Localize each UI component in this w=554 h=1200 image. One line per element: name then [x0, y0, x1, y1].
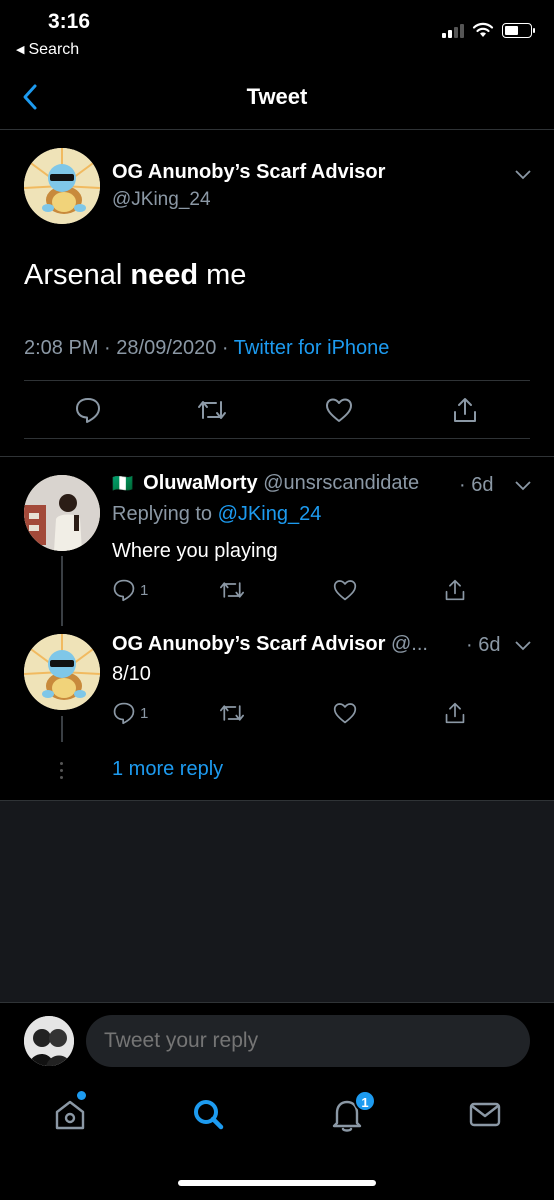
tweet-time: 2:08 PM: [24, 337, 99, 359]
messages-mail-icon[interactable]: [465, 1094, 505, 1134]
reply-author-handle[interactable]: @unsrscandidate: [263, 472, 419, 494]
reply-header: OG Anunoby’s Scarf Advisor @...: [112, 633, 428, 656]
divider: [0, 456, 554, 457]
tweet-text-part1: Arsenal: [24, 259, 131, 291]
reply-count: 1: [140, 705, 149, 722]
back-to-search-label: Search: [28, 41, 80, 58]
cellular-signal-icon: [442, 22, 464, 38]
search-icon[interactable]: [188, 1094, 228, 1134]
reply-time: · 6d: [459, 474, 494, 496]
share-icon[interactable]: [452, 396, 478, 424]
reply-composer: [0, 1002, 554, 1080]
profile-photo-avatar-image: [24, 1016, 74, 1066]
reply-author-name[interactable]: OG Anunoby’s Scarf Advisor: [112, 633, 385, 655]
reply-text: Where you playing: [112, 540, 278, 562]
chevron-down-icon[interactable]: [514, 480, 532, 492]
replying-to: Replying to @JKing_24: [112, 503, 321, 526]
battery-icon: [502, 22, 535, 38]
like-heart-icon[interactable]: [332, 701, 358, 725]
replying-to-link[interactable]: @JKing_24: [218, 503, 322, 525]
back-triangle-icon: ◀: [16, 44, 25, 56]
home-icon[interactable]: [50, 1094, 90, 1134]
like-heart-icon[interactable]: [324, 396, 354, 424]
thread-line: [61, 716, 63, 742]
tweet-meta: 2:08 PM · 28/09/2020 · Twitter for iPhon…: [24, 337, 389, 360]
reply-icon[interactable]: [112, 578, 136, 602]
notifications-badge: 1: [354, 1090, 376, 1112]
share-icon[interactable]: [444, 578, 466, 602]
squirtle-avatar-image: [24, 634, 100, 710]
nigeria-flag-icon: 🇳🇬: [112, 474, 134, 493]
reply-author-handle[interactable]: @...: [391, 633, 428, 655]
meta-separator: ·: [216, 337, 234, 359]
status-bar: 3:16 ◀ Search: [0, 0, 554, 70]
my-avatar[interactable]: [24, 1016, 74, 1066]
wifi-icon: [472, 22, 494, 37]
like-heart-icon[interactable]: [332, 578, 358, 602]
divider: [24, 438, 530, 439]
reply-icon[interactable]: [112, 701, 136, 725]
author-name[interactable]: OG Anunoby’s Scarf Advisor: [112, 161, 385, 184]
nav-bar: Tweet: [0, 70, 554, 130]
back-to-search-link[interactable]: ◀ Search: [16, 41, 79, 59]
reply-count: 1: [140, 582, 149, 599]
tweet-text: Arsenal need me: [24, 259, 246, 292]
retweet-icon[interactable]: [218, 701, 246, 725]
chevron-down-icon[interactable]: [514, 640, 532, 652]
reply-icon[interactable]: [74, 396, 102, 424]
home-indicator[interactable]: [178, 1180, 376, 1186]
status-icons: [442, 22, 535, 38]
thread-dots: [60, 762, 63, 779]
reply-avatar[interactable]: [24, 475, 100, 551]
reply-time: · 6d: [466, 634, 501, 656]
squirtle-avatar-image: [24, 148, 100, 224]
page-title: Tweet: [246, 84, 308, 109]
retweet-icon[interactable]: [218, 578, 246, 602]
share-icon[interactable]: [444, 701, 466, 725]
reply-author-name[interactable]: OluwaMorty: [143, 472, 257, 494]
author-handle[interactable]: @JKing_24: [112, 189, 211, 211]
retweet-icon[interactable]: [196, 396, 228, 424]
tweet-text-part2: me: [198, 259, 247, 291]
chevron-down-icon[interactable]: [514, 169, 532, 181]
meta-separator: ·: [98, 337, 117, 359]
reply-input[interactable]: [86, 1015, 530, 1067]
reply-header: 🇳🇬 OluwaMorty @unsrscandidate: [112, 472, 419, 495]
person-photo-avatar-image: [24, 475, 100, 551]
tweet-date: 28/09/2020: [116, 337, 217, 359]
reply-avatar[interactable]: [24, 634, 100, 710]
status-time: 3:16: [48, 10, 91, 33]
tweet-text-bold: need: [130, 259, 199, 291]
thread-line: [61, 556, 63, 626]
more-replies-link[interactable]: 1 more reply: [112, 758, 223, 781]
author-avatar[interactable]: [24, 148, 100, 224]
tweet-actions: [0, 396, 554, 426]
replying-prefix: Replying to: [112, 503, 218, 525]
new-tweets-dot: [77, 1091, 86, 1100]
main-tweet: OG Anunoby’s Scarf Advisor @JKing_24 Ars…: [0, 131, 554, 457]
divider: [24, 380, 530, 381]
reply-text: 8/10: [112, 663, 151, 685]
empty-area: [0, 800, 554, 1002]
tweet-client-link[interactable]: Twitter for iPhone: [234, 337, 390, 359]
